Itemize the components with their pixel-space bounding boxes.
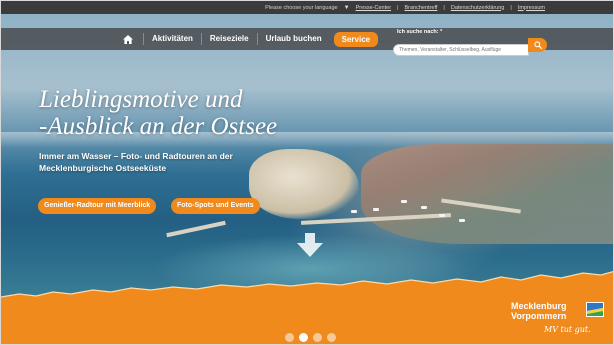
hero-subline: Immer am Wasser – Foto- und Radtouren an… [39,150,233,174]
link-separator: | [397,4,399,11]
hero-subline-line-1: Immer am Wasser – Foto- und Radtouren an… [39,151,233,161]
top-utility-bar: Please choose your language ▼ Presse-Cen… [1,1,613,14]
impressum-link[interactable]: Impressum [518,5,545,11]
nav-item-urlaub-buchen[interactable]: Urlaub buchen [258,28,330,50]
branchentreff-link[interactable]: Branchentreff [404,5,437,11]
hero-boat [459,219,465,222]
arrow-down-icon [297,233,323,257]
logo-line-1: Mecklenburg [511,301,567,311]
nav-item-service[interactable]: Service [333,31,379,47]
mv-flag-logo-icon [586,302,604,317]
hero-boat [351,210,357,213]
presse-center-link[interactable]: Presse-Center [356,5,391,11]
nav-item-aktivitaeten[interactable]: Aktivitäten [144,28,201,50]
hero-subline-line-2: Mecklenburgische Ostseeküste [39,163,167,173]
hero-headline-line-1: Lieblingsmotive und [39,86,243,113]
link-separator: | [510,4,512,11]
search-box [393,38,547,56]
search-button[interactable] [528,38,547,52]
slider-pager [285,333,336,342]
pager-dot-1[interactable] [285,333,294,342]
search-input[interactable] [393,44,529,56]
pager-dot-2[interactable] [299,333,308,342]
logo-slogan: MV tut gut. [544,325,591,334]
hero-pier [166,220,226,238]
hero-beach [249,149,359,219]
top-utility-links: Please choose your language ▼ Presse-Cen… [265,1,545,14]
hero-headline-line-2: -Ausblick an der Ostsee [39,113,278,140]
pager-dot-4[interactable] [327,333,336,342]
hero-town [361,144,613,244]
hero-boat [401,200,407,203]
logo-line-2: Vorpommern [511,311,567,321]
nav-item-reiseziele[interactable]: Reiseziele [202,28,257,50]
mv-logo[interactable]: Mecklenburg Vorpommern [511,301,567,321]
home-icon [123,34,133,44]
link-separator: | [443,4,445,11]
nav-items: Aktivitäten Reiseziele Urlaub buchen Ser… [113,28,379,50]
hero-boat [373,208,379,211]
page: Please choose your language ▼ Presse-Cen… [0,0,614,345]
scroll-down-button[interactable] [297,233,323,262]
hero-boat [439,214,445,217]
hero-headline: Lieblingsmotive und -Ausblick an der Ost… [39,86,277,140]
caret-down-icon[interactable]: ▼ [344,5,350,11]
foto-spots-button[interactable]: Foto-Spots und Events [171,198,260,214]
datenschutz-link[interactable]: Datenschutzerklärung [451,5,505,11]
radtour-button[interactable]: Genießer-Radtour mit Meerblick [38,198,157,214]
hero-boat [421,206,427,209]
pager-dot-3[interactable] [313,333,322,342]
language-selector[interactable]: Please choose your language [265,5,337,11]
search-icon [533,41,542,49]
home-button[interactable] [113,28,143,50]
search-label: Ich suche nach: * [397,29,443,35]
